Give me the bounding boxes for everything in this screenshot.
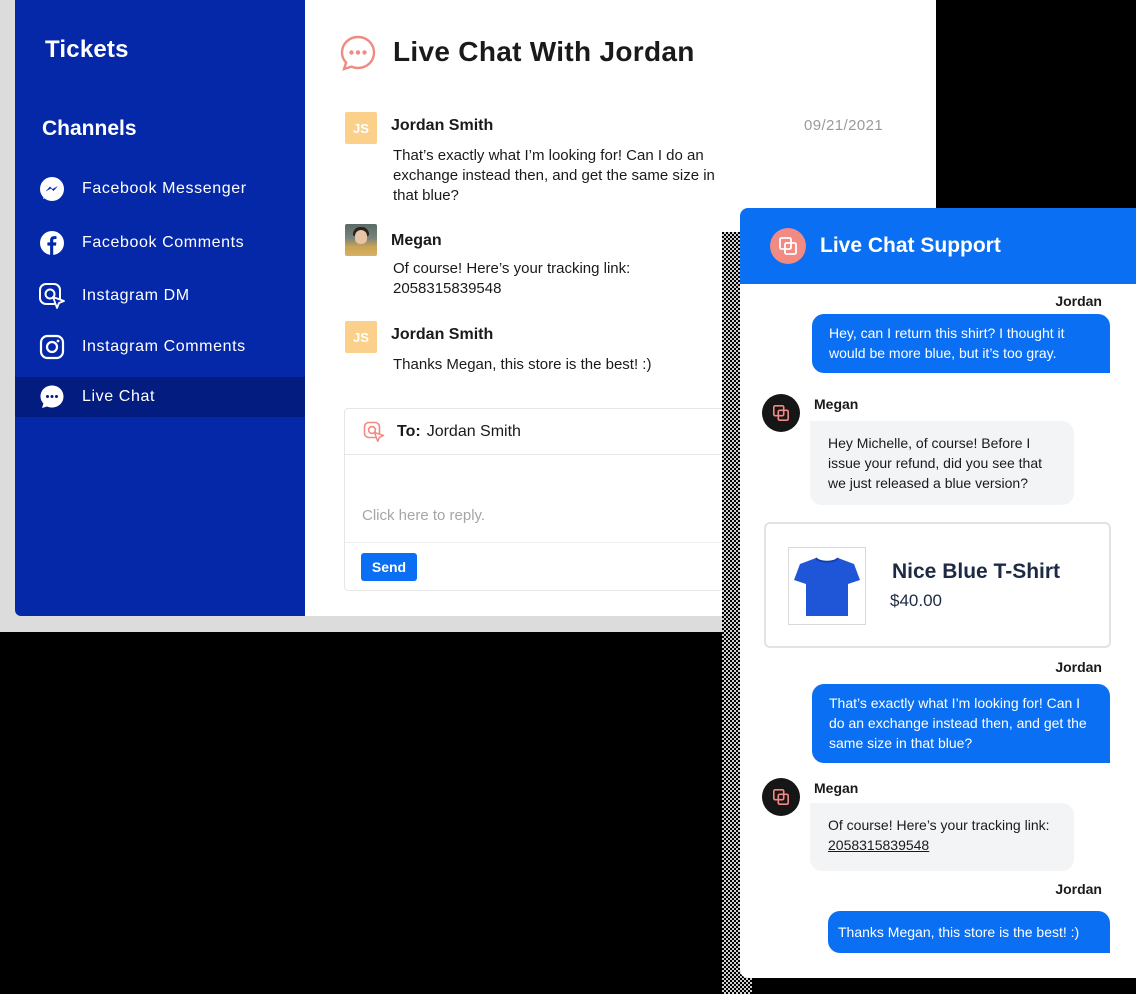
message-text: Of course! Here’s your tracking link: 20…: [393, 260, 631, 297]
incoming-bubble: Of course! Here’s your tracking link: 20…: [810, 803, 1074, 871]
sidebar-item-label: Facebook Messenger: [82, 180, 247, 197]
avatar: JS: [345, 112, 377, 144]
message-author: Megan: [814, 396, 859, 412]
reply-box: To: Jordan Smith Click here to reply. Se…: [344, 408, 764, 591]
message-item: JS Jordan Smith Thanks Megan, this store…: [345, 321, 651, 373]
chat-bubble-icon: [339, 34, 377, 72]
avatar: [345, 224, 377, 256]
channels-heading: Channels: [42, 117, 137, 140]
avatar: JS: [345, 321, 377, 353]
sidebar-item-instagram-comments[interactable]: Instagram Comments: [15, 327, 305, 367]
instagram-dm-icon: [38, 282, 66, 310]
sidebar-item-label: Facebook Comments: [82, 234, 245, 251]
message-item: Megan Of course! Here’s your tracking li…: [345, 224, 630, 297]
sidebar-item-label: Instagram DM: [82, 287, 190, 304]
message-author: Jordan Smith: [391, 117, 494, 134]
sidebar-item-instagram-dm[interactable]: Instagram DM: [15, 276, 305, 316]
sidebar-item-facebook-messenger[interactable]: Facebook Messenger: [15, 169, 305, 209]
agent-avatar: [762, 394, 800, 432]
message-text: That’s exactly what I’m looking for! Can…: [393, 147, 715, 204]
sidebar-item-live-chat[interactable]: Live Chat: [15, 377, 305, 417]
live-chat-widget: Live Chat Support Jordan Hey, can I retu…: [740, 208, 1136, 978]
facebook-icon: [38, 229, 66, 257]
send-button[interactable]: Send: [361, 553, 417, 581]
instagram-icon: [38, 333, 66, 361]
message-date: 09/21/2021: [804, 117, 884, 134]
message-author: Jordan Smith: [391, 326, 494, 343]
message-author: Jordan: [1055, 293, 1102, 309]
chat-title: Live Chat With Jordan: [393, 36, 695, 67]
outgoing-bubble: That’s exactly what I’m looking for! Can…: [812, 684, 1110, 763]
live-chat-icon: [38, 383, 66, 411]
message-author: Jordan: [1055, 881, 1102, 897]
message-author: Megan: [391, 232, 442, 249]
brand-logo-icon: [770, 228, 806, 264]
instagram-dm-icon: [363, 421, 385, 443]
outgoing-bubble: Thanks Megan, this store is the best! :): [828, 911, 1110, 953]
message-author: Jordan: [1055, 659, 1102, 675]
message-text: Of course! Here’s your tracking link:: [828, 817, 1050, 833]
tracking-link[interactable]: 2058315839548: [828, 837, 929, 853]
incoming-bubble: Hey Michelle, of course! Before I issue …: [810, 421, 1074, 505]
message-author: Megan: [814, 780, 859, 796]
reply-recipient: To: Jordan Smith: [345, 409, 763, 455]
sidebar: Tickets Channels Facebook Messenger Face…: [15, 0, 305, 616]
reply-to-label: To:: [397, 422, 421, 440]
sidebar-item-label: Instagram Comments: [82, 338, 246, 355]
sidebar-item-label: Live Chat: [82, 388, 155, 405]
message-item: JS Jordan Smith That’s exactly what I’m …: [345, 112, 715, 204]
product-name: Nice Blue T-Shirt: [892, 560, 1061, 583]
agent-avatar: [762, 778, 800, 816]
product-card[interactable]: Nice Blue T-Shirt $40.00: [764, 522, 1111, 648]
tshirt-icon: [788, 547, 866, 625]
messenger-icon: [38, 175, 66, 203]
reply-to-name: Jordan Smith: [426, 422, 521, 440]
widget-header: Live Chat Support: [740, 208, 1136, 284]
reply-input[interactable]: Click here to reply.: [362, 507, 485, 524]
widget-title: Live Chat Support: [820, 234, 1001, 257]
message-text: Thanks Megan, this store is the best! :): [393, 356, 652, 373]
product-price: $40.00: [890, 591, 942, 610]
divider: [345, 542, 763, 543]
outgoing-bubble: Hey, can I return this shirt? I thought …: [812, 314, 1110, 373]
sidebar-title: Tickets: [45, 36, 129, 63]
sidebar-item-facebook-comments[interactable]: Facebook Comments: [15, 223, 305, 263]
